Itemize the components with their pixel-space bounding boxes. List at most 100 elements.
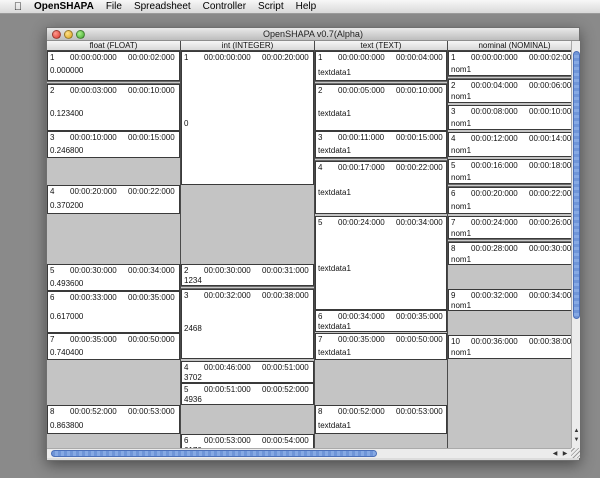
- cell-onset[interactable]: 00:00:00:000: [471, 53, 518, 62]
- cell-value[interactable]: 0.123400: [50, 109, 83, 118]
- horizontal-scroll-thumb[interactable]: [51, 450, 377, 457]
- cell-offset[interactable]: 00:00:50:000: [128, 335, 175, 344]
- scroll-right-icon[interactable]: ▶: [561, 450, 569, 458]
- cell-value[interactable]: nom1: [451, 255, 471, 264]
- cell[interactable]: 6 00:00:20:000 00:00:22:00 nom1: [448, 187, 571, 214]
- cell-onset[interactable]: 00:00:35:000: [70, 335, 117, 344]
- cell-onset[interactable]: 00:00:00:000: [204, 53, 251, 62]
- cell-offset[interactable]: 00:00:53:000: [128, 407, 175, 416]
- cell-offset[interactable]: 00:00:04:000: [396, 53, 443, 62]
- cell-onset[interactable]: 00:00:04:000: [471, 81, 518, 90]
- cell[interactable]: 3 00:00:11:000 00:00:15:000 textdata1: [315, 131, 447, 158]
- cell-offset[interactable]: 00:00:53:000: [396, 407, 443, 416]
- cell-value[interactable]: nom1: [451, 229, 471, 238]
- cell-onset[interactable]: 00:00:03:000: [70, 86, 117, 95]
- app-menu[interactable]: OpenSHAPA: [34, 0, 94, 14]
- cell-offset[interactable]: 00:00:22:000: [396, 163, 443, 172]
- cell-value[interactable]: textdata1: [318, 146, 351, 155]
- cell[interactable]: 4 00:00:46:000 00:00:51:000 3702: [181, 361, 314, 383]
- cell-offset[interactable]: 00:00:02:000: [128, 53, 175, 62]
- cell-value[interactable]: 0.740400: [50, 348, 83, 357]
- cell-value[interactable]: nom1: [451, 301, 471, 310]
- cell-onset[interactable]: 00:00:16:000: [471, 161, 518, 170]
- cell-offset[interactable]: 00:00:06:00: [529, 81, 571, 90]
- cell-value[interactable]: textdata1: [318, 322, 351, 331]
- cell-offset[interactable]: 00:00:52:000: [262, 385, 309, 394]
- cell-value[interactable]: textdata1: [318, 68, 351, 77]
- cell-value[interactable]: 0.246800: [50, 146, 83, 155]
- cell-offset[interactable]: 00:00:51:000: [262, 363, 309, 372]
- cell-offset[interactable]: 00:00:15:000: [396, 133, 443, 142]
- cell-offset[interactable]: 00:00:10:000: [396, 86, 443, 95]
- scroll-down-icon[interactable]: ▼: [573, 436, 580, 444]
- cell-offset[interactable]: 00:00:34:000: [396, 218, 443, 227]
- cell-offset[interactable]: 00:00:10:00: [529, 107, 571, 116]
- cell-onset[interactable]: 00:00:24:000: [471, 218, 518, 227]
- cell-onset[interactable]: 00:00:11:000: [338, 133, 384, 142]
- cell-onset[interactable]: 00:00:33:000: [70, 293, 117, 302]
- cell-offset[interactable]: 00:00:02:00: [529, 53, 571, 62]
- column-header-int[interactable]: int (INTEGER): [181, 41, 314, 51]
- cell-offset[interactable]: 00:00:54:000: [262, 436, 309, 445]
- cell-offset[interactable]: 00:00:15:000: [128, 133, 175, 142]
- cell-value[interactable]: textdata1: [318, 264, 351, 273]
- cell[interactable]: 5 00:00:16:000 00:00:18:00 nom1: [448, 159, 571, 184]
- cell-onset[interactable]: 00:00:24:000: [338, 218, 385, 227]
- cell-offset[interactable]: 00:00:31:000: [262, 266, 309, 275]
- cell-offset[interactable]: 00:00:50:000: [396, 335, 443, 344]
- cell-value[interactable]: 0.617000: [50, 312, 83, 321]
- cell-value[interactable]: nom1: [451, 146, 471, 155]
- cell[interactable]: 2 00:00:30:000 00:00:31:000 1234: [181, 264, 314, 286]
- cell-value[interactable]: textdata1: [318, 421, 351, 430]
- cell-value[interactable]: 2468: [184, 324, 202, 333]
- menu-script[interactable]: Script: [258, 0, 284, 14]
- cell[interactable]: 5 00:00:30:000 00:00:34:000 0.493600: [47, 264, 180, 291]
- cell-onset[interactable]: 00:00:28:000: [471, 244, 518, 253]
- cell-onset[interactable]: 00:00:20:000: [471, 189, 518, 198]
- cell-offset[interactable]: 00:00:14:00: [529, 134, 571, 143]
- cell-value[interactable]: 0.000000: [50, 66, 83, 75]
- cell-offset[interactable]: 00:00:18:00: [529, 161, 571, 170]
- cell[interactable]: 1 00:00:00:000 00:00:20:000 0: [181, 51, 314, 185]
- cell-value[interactable]: nom1: [451, 202, 471, 211]
- close-window-button[interactable]: [52, 30, 61, 39]
- column-header-nominal[interactable]: nominal (NOMINAL): [448, 41, 571, 51]
- cell-offset[interactable]: 00:00:22:00: [529, 189, 571, 198]
- cell[interactable]: 7 00:00:35:000 00:00:50:000 textdata1: [315, 333, 447, 360]
- vertical-scroll-thumb[interactable]: [573, 51, 580, 319]
- cell[interactable]: 7 00:00:24:000 00:00:26:00 nom1: [448, 216, 571, 239]
- cell-offset[interactable]: 00:00:35:000: [128, 293, 175, 302]
- cell[interactable]: 1 00:00:00:000 00:00:04:000 textdata1: [315, 51, 447, 81]
- cell[interactable]: 9 00:00:32:000 00:00:34:00 nom1: [448, 289, 571, 311]
- cell-onset[interactable]: 00:00:00:000: [70, 53, 117, 62]
- cell-onset[interactable]: 00:00:34:000: [338, 312, 385, 321]
- cell-onset[interactable]: 00:00:08:000: [471, 107, 518, 116]
- resize-grip-icon[interactable]: [571, 448, 580, 458]
- cell-onset[interactable]: 00:00:32:000: [204, 291, 251, 300]
- apple-menu-icon[interactable]: : [10, 0, 26, 14]
- cell[interactable]: 1 00:00:00:000 00:00:02:000 0.000000: [47, 51, 180, 81]
- cell-onset[interactable]: 00:00:46:000: [204, 363, 251, 372]
- cell-onset[interactable]: 00:00:36:000: [471, 337, 518, 346]
- cell-value[interactable]: 1234: [184, 276, 202, 285]
- cell[interactable]: 3 00:00:32:000 00:00:38:000 2468: [181, 289, 314, 359]
- cell[interactable]: 8 00:00:52:000 00:00:53:000 0.863800: [47, 405, 180, 434]
- cell-onset[interactable]: 00:00:30:000: [70, 266, 117, 275]
- cell-value[interactable]: nom1: [451, 119, 471, 128]
- cell-value[interactable]: 4936: [184, 395, 202, 404]
- cell-value[interactable]: nom1: [451, 92, 471, 101]
- cell-value[interactable]: textdata1: [318, 109, 351, 118]
- menu-spreadsheet[interactable]: Spreadsheet: [134, 0, 191, 14]
- cell[interactable]: 8 00:00:52:000 00:00:53:000 textdata1: [315, 405, 447, 434]
- cell[interactable]: 2 00:00:03:000 00:00:10:000 0.123400: [47, 84, 180, 131]
- cell-onset[interactable]: 00:00:12:000: [471, 134, 518, 143]
- cell[interactable]: 4 00:00:12:000 00:00:14:00 nom1: [448, 132, 571, 157]
- column-header-float[interactable]: float (FLOAT): [47, 41, 180, 51]
- cell[interactable]: 1 00:00:00:000 00:00:02:00 nom1: [448, 51, 571, 76]
- cell-onset[interactable]: 00:00:30:000: [204, 266, 251, 275]
- cell-value[interactable]: 0.863800: [50, 421, 83, 430]
- minimize-window-button[interactable]: [64, 30, 73, 39]
- cell-offset[interactable]: 00:00:34:000: [128, 266, 175, 275]
- cell[interactable]: 2 00:00:04:000 00:00:06:00 nom1: [448, 79, 571, 103]
- cell-offset[interactable]: 00:00:22:000: [128, 187, 175, 196]
